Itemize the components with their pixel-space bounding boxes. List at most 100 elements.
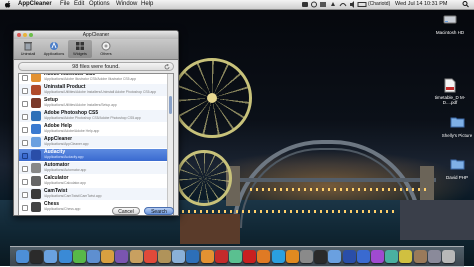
zoom-button[interactable]: [29, 33, 33, 37]
menu-window[interactable]: Window: [116, 0, 137, 9]
desktop-icon-pdf[interactable]: timetable_D M-D....pdf: [430, 78, 470, 105]
menu-app-name[interactable]: AppCleaner: [18, 0, 52, 9]
spotlight-icon[interactable]: [462, 0, 470, 12]
list-item[interactable]: Automator/Applications/Automator.app: [19, 162, 169, 174]
row-checkbox[interactable]: [22, 114, 28, 120]
cancel-button[interactable]: Cancel: [112, 207, 140, 215]
ferris-wheel-small: [176, 150, 232, 206]
desktop-icon-hd[interactable]: Macintosh HD: [430, 13, 470, 35]
vlc-icon[interactable]: [285, 250, 299, 263]
search-button[interactable]: Search: [144, 207, 174, 215]
downloads-stack-icon[interactable]: [413, 250, 427, 263]
row-checkbox[interactable]: [22, 166, 28, 172]
itunes-store-icon[interactable]: [356, 250, 370, 263]
list-item[interactable]: Calculator/Applications/Calculator.app: [19, 175, 169, 187]
row-checkbox[interactable]: [22, 153, 28, 159]
app-icon: [31, 85, 41, 95]
desktop-icon-label: David PHP: [445, 175, 468, 180]
row-app-path: /Applications/CamTwist/CamTwist.app: [44, 194, 102, 198]
list-item[interactable]: Setup/Applications/Utilities/Adobe Insta…: [19, 97, 169, 109]
dashboard-icon[interactable]: [30, 250, 44, 263]
list-item[interactable]: Adobe Photoshop CS5/Applications/Adobe P…: [19, 110, 169, 122]
others-icon: [101, 41, 111, 51]
desktop-icon-folder-2[interactable]: David PHP: [437, 158, 474, 180]
menu-file[interactable]: File: [60, 0, 70, 9]
folder-icon: [450, 116, 465, 132]
window-titlebar[interactable]: AppCleaner: [14, 31, 178, 39]
row-checkbox[interactable]: [22, 88, 28, 94]
appcleaner-icon[interactable]: [328, 250, 342, 263]
app-icon: [31, 202, 41, 212]
app-icon: [31, 124, 41, 134]
acrobat-icon[interactable]: [243, 250, 257, 263]
menu-clock[interactable]: Wed Jul 14 10:31 PM: [395, 0, 447, 9]
trash-icon: [23, 41, 33, 51]
city-building: [400, 200, 474, 240]
list-item[interactable]: Adobe Help/Applications/Adobe/Adobe Help…: [19, 123, 169, 135]
desktop-icon-folder[interactable]: Shelly's Picture: [437, 116, 474, 138]
row-checkbox[interactable]: [22, 205, 28, 211]
toolbar-applications-button[interactable]: Applications: [42, 40, 66, 58]
finder-icon[interactable]: [16, 250, 29, 263]
toolbar-others-button[interactable]: Others: [94, 40, 118, 58]
trash-icon[interactable]: [442, 250, 455, 263]
menu-user[interactable]: (Chariotd): [368, 0, 390, 9]
menu-help[interactable]: Help: [141, 0, 153, 9]
calendar-icon[interactable]: [143, 250, 157, 263]
list-item[interactable]: Adobe Illustrator CS5/Applications/Adobe…: [19, 74, 169, 83]
widgets-icon: [75, 41, 85, 51]
app-icon-3[interactable]: [399, 250, 413, 263]
toolbar-widgets-label: Widgets: [73, 52, 87, 56]
row-checkbox[interactable]: [22, 140, 28, 146]
dock: [10, 246, 464, 267]
audacity-icon[interactable]: [342, 250, 356, 263]
flash-icon[interactable]: [214, 250, 228, 263]
address-book-icon[interactable]: [158, 250, 171, 263]
row-checkbox[interactable]: [22, 101, 28, 107]
iphoto-icon[interactable]: [101, 250, 115, 263]
apple-icon[interactable]: [5, 0, 12, 9]
list-item[interactable]: Audacity/Applications/Audacity.app: [19, 149, 169, 161]
menu-options[interactable]: Options: [89, 0, 110, 9]
row-checkbox[interactable]: [22, 192, 28, 198]
toolbar-uninstall-button[interactable]: Uninstall: [16, 40, 40, 58]
refresh-icon[interactable]: [164, 63, 170, 70]
app-icon: [31, 163, 41, 173]
list-scrollbar-thumb[interactable]: [169, 96, 172, 114]
list-item[interactable]: Uninstall Product/Applications/Utilities…: [19, 84, 169, 96]
list-item[interactable]: CamTwist/Applications/CamTwist/CamTwist.…: [19, 188, 169, 200]
row-checkbox[interactable]: [22, 75, 28, 81]
files-found-text: 98 files were found.: [72, 64, 120, 70]
illustrator-icon[interactable]: [200, 250, 214, 263]
app-icon: [31, 137, 41, 147]
terminal-icon[interactable]: [314, 250, 328, 263]
firefox-icon[interactable]: [257, 250, 271, 263]
app-icon: [31, 98, 41, 108]
skype-icon[interactable]: [271, 250, 285, 263]
appcleaner-window: AppCleaner Uninstall Applications Widget…: [13, 30, 179, 216]
harbour-bridge-deck: [226, 178, 436, 182]
ichat-icon[interactable]: [72, 250, 86, 263]
close-button[interactable]: [17, 33, 21, 37]
imovie-icon[interactable]: [115, 250, 129, 263]
garageband-icon[interactable]: [129, 250, 143, 263]
app-icon[interactable]: [371, 250, 384, 263]
menu-edit[interactable]: Edit: [74, 0, 84, 9]
dreamweaver-icon[interactable]: [229, 250, 242, 263]
mail-icon[interactable]: [44, 250, 58, 263]
preview-icon[interactable]: [172, 250, 186, 263]
safari-icon[interactable]: [58, 250, 72, 263]
documents-stack-icon[interactable]: [427, 250, 441, 263]
row-checkbox[interactable]: [22, 179, 28, 185]
row-checkbox[interactable]: [22, 127, 28, 133]
toolbar-widgets-button[interactable]: Widgets: [68, 40, 92, 58]
minimize-button[interactable]: [23, 33, 27, 37]
system-preferences-icon[interactable]: [300, 250, 313, 263]
list-item[interactable]: AppCleaner/Applications/AppCleaner.app: [19, 136, 169, 148]
photoshop-icon[interactable]: [186, 250, 200, 263]
itunes-icon[interactable]: [87, 250, 100, 263]
list-scrollbar[interactable]: [167, 74, 173, 215]
app-icon-2[interactable]: [385, 250, 399, 263]
app-icon: [31, 189, 41, 199]
hard-drive-icon: [443, 13, 457, 29]
